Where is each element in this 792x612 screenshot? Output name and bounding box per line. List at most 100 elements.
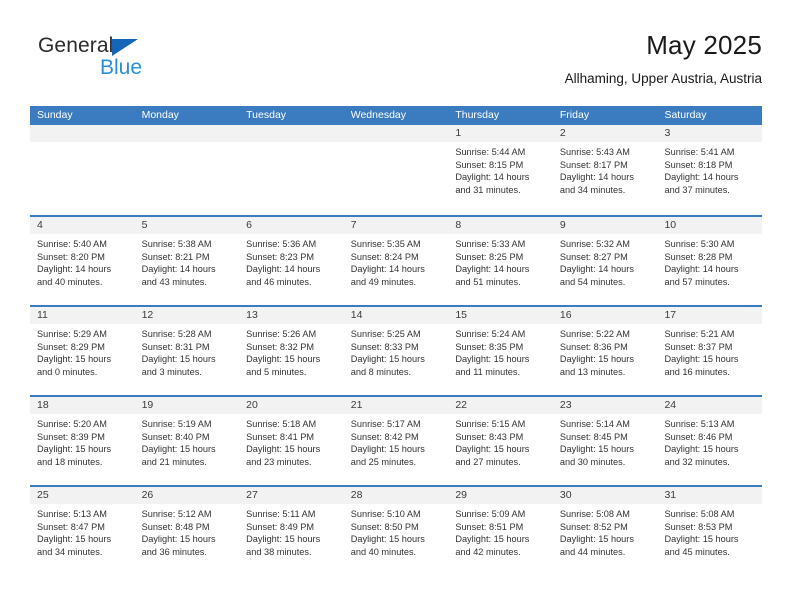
sunset-text: Sunset: 8:20 PM xyxy=(37,251,105,262)
calendar-day-cell[interactable]: 24 Sunrise: 5:13 AM Sunset: 8:46 PM Dayligh… xyxy=(657,397,763,485)
day-number-band xyxy=(239,125,344,142)
calendar-day-cell[interactable]: 23 Sunrise: 5:14 AM Sunset: 8:45 PM Dayligh… xyxy=(552,397,658,485)
calendar-day-cell[interactable]: 21 Sunrise: 5:17 AM Sunset: 8:42 PM Dayligh… xyxy=(343,397,449,485)
calendar-day-cell[interactable]: 20 Sunrise: 5:18 AM Sunset: 8:41 PM Dayligh… xyxy=(239,397,344,485)
calendar-day-cell[interactable]: 16 Sunrise: 5:22 AM Sunset: 8:36 PM Dayligh… xyxy=(552,307,658,395)
day-number-band: 3 xyxy=(657,125,763,142)
day-number-band: 9 xyxy=(552,217,658,234)
day-number-band: 28 xyxy=(343,487,449,504)
calendar-day-cell[interactable]: 22 Sunrise: 5:15 AM Sunset: 8:43 PM Dayligh… xyxy=(448,397,553,485)
daylight-text-line1: Daylight: 15 hours xyxy=(246,444,321,455)
sunrise-text: Sunrise: 5:44 AM xyxy=(455,147,526,157)
sunrise-text: Sunrise: 5:19 AM xyxy=(141,419,212,429)
sunrise-text: Sunrise: 5:41 AM xyxy=(664,147,735,157)
calendar-day-cell[interactable]: 4 Sunrise: 5:40 AM Sunset: 8:20 PM Daylight… xyxy=(30,217,135,305)
sunrise-text: Sunrise: 5:35 AM xyxy=(350,239,421,249)
day-number: 18 xyxy=(37,399,49,411)
daylight-text-line1: Daylight: 15 hours xyxy=(37,534,112,545)
daylight-text-line2: and 34 minutes. xyxy=(37,546,103,557)
calendar-day-cell[interactable]: 10 Sunrise: 5:30 AM Sunset: 8:28 PM Dayligh… xyxy=(657,217,763,305)
sunrise-text: Sunrise: 5:12 AM xyxy=(141,509,212,519)
calendar-day-cell[interactable]: 31 Sunrise: 5:08 AM Sunset: 8:53 PM Dayligh… xyxy=(657,487,763,575)
calendar-day-cell[interactable]: 6 Sunrise: 5:36 AM Sunset: 8:23 PM Daylight… xyxy=(239,217,344,305)
day-number-band xyxy=(343,125,449,142)
day-details: Sunrise: 5:08 AM Sunset: 8:52 PM Daylight:… xyxy=(553,504,658,558)
weekday-header-tuesday: Tuesday xyxy=(246,109,287,121)
calendar-day-cell[interactable]: 3 Sunrise: 5:41 AM Sunset: 8:18 PM Daylight… xyxy=(657,125,763,215)
daylight-text-line1: Daylight: 15 hours xyxy=(455,354,530,365)
sunrise-text: Sunrise: 5:15 AM xyxy=(455,419,526,429)
day-number: 2 xyxy=(559,127,566,139)
day-number-band: 2 xyxy=(552,125,658,142)
sunrise-text: Sunrise: 5:10 AM xyxy=(350,509,421,519)
calendar-day-cell[interactable]: 7 Sunrise: 5:35 AM Sunset: 8:24 PM Daylight… xyxy=(343,217,449,305)
day-number: 11 xyxy=(37,309,48,321)
sunset-text: Sunset: 8:53 PM xyxy=(664,521,733,532)
day-details: Sunrise: 5:38 AM Sunset: 8:21 PM Daylight:… xyxy=(135,234,240,288)
calendar-day-cell[interactable]: 30 Sunrise: 5:08 AM Sunset: 8:52 PM Dayligh… xyxy=(552,487,658,575)
daylight-text-line2: and 0 minutes. xyxy=(37,366,98,377)
day-number: 16 xyxy=(559,309,572,321)
day-number-band: 17 xyxy=(657,307,763,324)
calendar-day-cell[interactable]: 12 Sunrise: 5:28 AM Sunset: 8:31 PM Dayligh… xyxy=(134,307,240,395)
calendar-day-cell[interactable]: 27 Sunrise: 5:11 AM Sunset: 8:49 PM Dayligh… xyxy=(239,487,344,575)
calendar-day-cell[interactable]: 9 Sunrise: 5:32 AM Sunset: 8:27 PM Daylight… xyxy=(552,217,658,305)
calendar-day-cell[interactable]: 2 Sunrise: 5:43 AM Sunset: 8:17 PM Daylight… xyxy=(552,125,658,215)
day-details: Sunrise: 5:20 AM Sunset: 8:39 PM Daylight:… xyxy=(30,414,135,468)
calendar-day-cell[interactable]: 14 Sunrise: 5:25 AM Sunset: 8:33 PM Dayligh… xyxy=(343,307,449,395)
calendar-day-cell[interactable]: 13 Sunrise: 5:26 AM Sunset: 8:32 PM Dayligh… xyxy=(239,307,344,395)
sunset-text: Sunset: 8:45 PM xyxy=(559,431,628,442)
daylight-text-line1: Daylight: 15 hours xyxy=(141,444,216,455)
day-number: 30 xyxy=(559,489,572,501)
calendar-day-cell[interactable]: 11 Sunrise: 5:29 AM Sunset: 8:29 PM Dayligh… xyxy=(30,307,135,395)
day-number: 28 xyxy=(350,489,363,501)
calendar-week-row: 11 Sunrise: 5:29 AM Sunset: 8:29 PM Dayligh… xyxy=(30,305,763,395)
daylight-text-line1: Daylight: 15 hours xyxy=(141,354,216,365)
daylight-text-line2: and 38 minutes. xyxy=(246,546,312,557)
day-details: Sunrise: 5:21 AM Sunset: 8:37 PM Daylight:… xyxy=(657,324,762,378)
daylight-text-line2: and 16 minutes. xyxy=(664,366,730,377)
calendar-day-cell[interactable]: 28 Sunrise: 5:10 AM Sunset: 8:50 PM Dayligh… xyxy=(343,487,449,575)
calendar-grid: Sunday Monday Tuesday Wednesday Thursday… xyxy=(30,106,763,575)
day-details: Sunrise: 5:40 AM Sunset: 8:20 PM Daylight:… xyxy=(30,234,135,288)
daylight-text-line2: and 31 minutes. xyxy=(455,184,521,195)
calendar-day-cell[interactable]: 26 Sunrise: 5:12 AM Sunset: 8:48 PM Dayligh… xyxy=(134,487,240,575)
day-number: 4 xyxy=(37,219,43,231)
day-number: 24 xyxy=(664,399,677,411)
calendar-day-cell[interactable]: 5 Sunrise: 5:38 AM Sunset: 8:21 PM Daylight… xyxy=(134,217,240,305)
logo-primary-text: General xyxy=(38,34,114,57)
daylight-text-line1: Daylight: 15 hours xyxy=(455,444,530,455)
calendar-day-cell[interactable]: 29 Sunrise: 5:09 AM Sunset: 8:51 PM Dayligh… xyxy=(448,487,553,575)
calendar-day-cell[interactable]: 1 Sunrise: 5:44 AM Sunset: 8:15 PM Daylight… xyxy=(448,125,553,215)
day-number: 29 xyxy=(455,489,467,501)
day-number-band: 23 xyxy=(552,397,658,414)
day-details: Sunrise: 5:22 AM Sunset: 8:36 PM Daylight:… xyxy=(553,324,658,378)
calendar-day-cell[interactable]: 19 Sunrise: 5:19 AM Sunset: 8:40 PM Dayligh… xyxy=(134,397,240,485)
sunrise-text: Sunrise: 5:09 AM xyxy=(455,509,526,519)
calendar-day-cell[interactable]: 25 Sunrise: 5:13 AM Sunset: 8:47 PM Dayligh… xyxy=(30,487,135,575)
day-number-band xyxy=(134,125,240,142)
weekday-header-sunday: Sunday xyxy=(37,109,73,121)
sunset-text: Sunset: 8:46 PM xyxy=(664,431,733,442)
sunset-text: Sunset: 8:28 PM xyxy=(664,251,733,262)
day-number-band: 26 xyxy=(134,487,240,504)
general-blue-logo[interactable]: General Blue xyxy=(38,34,238,90)
daylight-text-line2: and 8 minutes. xyxy=(350,366,412,377)
day-details: Sunrise: 5:28 AM Sunset: 8:31 PM Daylight:… xyxy=(135,324,240,378)
sunrise-text: Sunrise: 5:29 AM xyxy=(37,329,107,339)
day-number: 21 xyxy=(350,399,363,411)
day-number: 6 xyxy=(246,219,252,231)
logo-secondary-text: Blue xyxy=(100,56,143,79)
daylight-text-line1: Daylight: 15 hours xyxy=(350,354,425,365)
day-number-band: 6 xyxy=(239,217,344,234)
daylight-text-line1: Daylight: 15 hours xyxy=(350,444,425,455)
day-details: Sunrise: 5:26 AM Sunset: 8:32 PM Daylight:… xyxy=(239,324,344,378)
calendar-day-cell[interactable]: 8 Sunrise: 5:33 AM Sunset: 8:25 PM Daylight… xyxy=(448,217,553,305)
calendar-day-cell[interactable]: 18 Sunrise: 5:20 AM Sunset: 8:39 PM Dayligh… xyxy=(30,397,135,485)
calendar-day-cell[interactable]: 17 Sunrise: 5:21 AM Sunset: 8:37 PM Dayligh… xyxy=(657,307,763,395)
day-number-band: 31 xyxy=(657,487,763,504)
daylight-text-line1: Daylight: 14 hours xyxy=(559,264,634,275)
calendar-day-cell[interactable]: 15 Sunrise: 5:24 AM Sunset: 8:35 PM Dayligh… xyxy=(448,307,553,395)
daylight-text-line1: Daylight: 14 hours xyxy=(664,172,739,183)
day-number-band: 30 xyxy=(552,487,658,504)
